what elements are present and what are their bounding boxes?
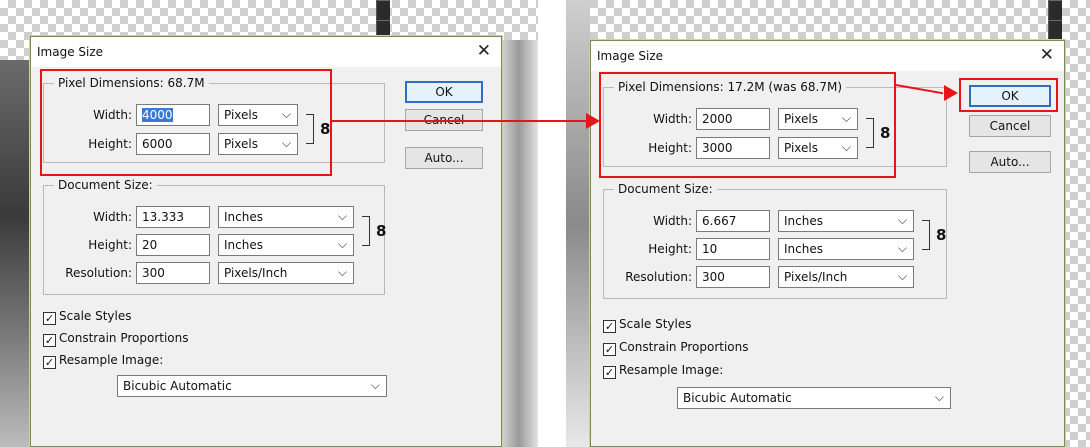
- resolution-input[interactable]: 300: [696, 266, 770, 288]
- constrain-proportions-checkbox[interactable]: ✓ Constrain Proportions: [603, 340, 749, 356]
- resample-method-select[interactable]: Bicubic Automatic ⌵: [117, 375, 387, 397]
- resolution-label: Resolution:: [65, 266, 132, 280]
- dialog-title: Image Size: [597, 49, 664, 63]
- ruler-left: [376, 0, 390, 40]
- doc-width-label: Width:: [653, 214, 692, 228]
- link-bracket: [362, 216, 370, 246]
- chevron-down-icon: ⌵: [337, 237, 347, 251]
- resolution-unit-select[interactable]: Pixels/Inch ⌵: [778, 266, 914, 288]
- scale-styles-checkbox[interactable]: ✓ Scale Styles: [603, 317, 692, 333]
- doc-height-input[interactable]: 10: [696, 238, 770, 260]
- arrowhead-to-after-icon: [586, 113, 600, 129]
- chevron-down-icon: ⌵: [897, 241, 907, 255]
- chevron-down-icon: ⌵: [370, 378, 380, 392]
- chain-link-icon: 8: [936, 226, 947, 244]
- photo-edge-left: [0, 60, 30, 447]
- arrowhead-to-ok-icon: [944, 85, 958, 101]
- checkbox-checked-icon: ✓: [603, 366, 616, 379]
- checkbox-checked-icon: ✓: [43, 312, 56, 325]
- checkbox-checked-icon: ✓: [603, 343, 616, 356]
- auto-button[interactable]: Auto...: [969, 151, 1051, 173]
- constrain-proportions-checkbox[interactable]: ✓ Constrain Proportions: [43, 331, 189, 347]
- document-size-group: Document Size: Width: 6.667 Inches ⌵ Heig…: [603, 182, 947, 299]
- highlight-box-ok-button: [959, 78, 1058, 112]
- chevron-down-icon: ⌵: [897, 213, 907, 227]
- doc-width-unit-select[interactable]: Inches ⌵: [778, 210, 914, 232]
- resolution-input[interactable]: 300: [136, 262, 210, 284]
- close-icon[interactable]: ✕: [1040, 45, 1054, 65]
- highlight-box-pixel-dimensions-after: [599, 72, 896, 178]
- doc-height-input[interactable]: 20: [136, 234, 210, 256]
- doc-width-input[interactable]: 6.667: [696, 210, 770, 232]
- chevron-down-icon: ⌵: [337, 209, 347, 223]
- doc-width-input[interactable]: 13.333: [136, 206, 210, 228]
- resample-image-checkbox[interactable]: ✓ Resample Image:: [603, 363, 723, 379]
- document-size-group: Document Size: Width: 13.333 Inches ⌵ Hei…: [43, 178, 387, 295]
- resample-image-checkbox[interactable]: ✓ Resample Image:: [43, 353, 163, 369]
- ok-button[interactable]: OK: [405, 81, 483, 103]
- checkbox-checked-icon: ✓: [43, 356, 56, 369]
- close-icon[interactable]: ✕: [477, 41, 491, 61]
- chevron-down-icon: ⌵: [337, 265, 347, 279]
- doc-height-label: Height:: [648, 242, 692, 256]
- dialog-title: Image Size: [37, 45, 104, 59]
- checkbox-checked-icon: ✓: [603, 320, 616, 333]
- highlight-box-pixel-dimensions-before: [40, 69, 332, 176]
- doc-height-unit-select[interactable]: Inches ⌵: [778, 238, 914, 260]
- chain-link-icon: 8: [376, 222, 387, 240]
- cancel-button[interactable]: Cancel: [969, 115, 1051, 137]
- photo-edge-right: [566, 0, 590, 447]
- doc-width-unit-select[interactable]: Inches ⌵: [218, 206, 354, 228]
- photo-clips-left: [500, 40, 538, 447]
- resolution-label: Resolution:: [625, 270, 692, 284]
- arrow-line-to-after: [332, 120, 587, 122]
- link-bracket: [922, 220, 930, 250]
- checkbox-checked-icon: ✓: [43, 334, 56, 347]
- chevron-down-icon: ⌵: [897, 269, 907, 283]
- resample-method-select[interactable]: Bicubic Automatic ⌵: [677, 387, 951, 409]
- dialog-titlebar: Image Size ✕: [31, 37, 501, 67]
- doc-height-unit-select[interactable]: Inches ⌵: [218, 234, 354, 256]
- chevron-down-icon: ⌵: [934, 390, 944, 404]
- dialog-titlebar: Image Size ✕: [591, 41, 1064, 71]
- doc-height-label: Height:: [88, 238, 132, 252]
- auto-button[interactable]: Auto...: [405, 147, 483, 169]
- doc-width-label: Width:: [93, 210, 132, 224]
- document-size-legend: Document Size:: [614, 182, 717, 196]
- document-size-legend: Document Size:: [54, 178, 157, 192]
- resolution-unit-select[interactable]: Pixels/Inch ⌵: [218, 262, 354, 284]
- scale-styles-checkbox[interactable]: ✓ Scale Styles: [43, 309, 132, 325]
